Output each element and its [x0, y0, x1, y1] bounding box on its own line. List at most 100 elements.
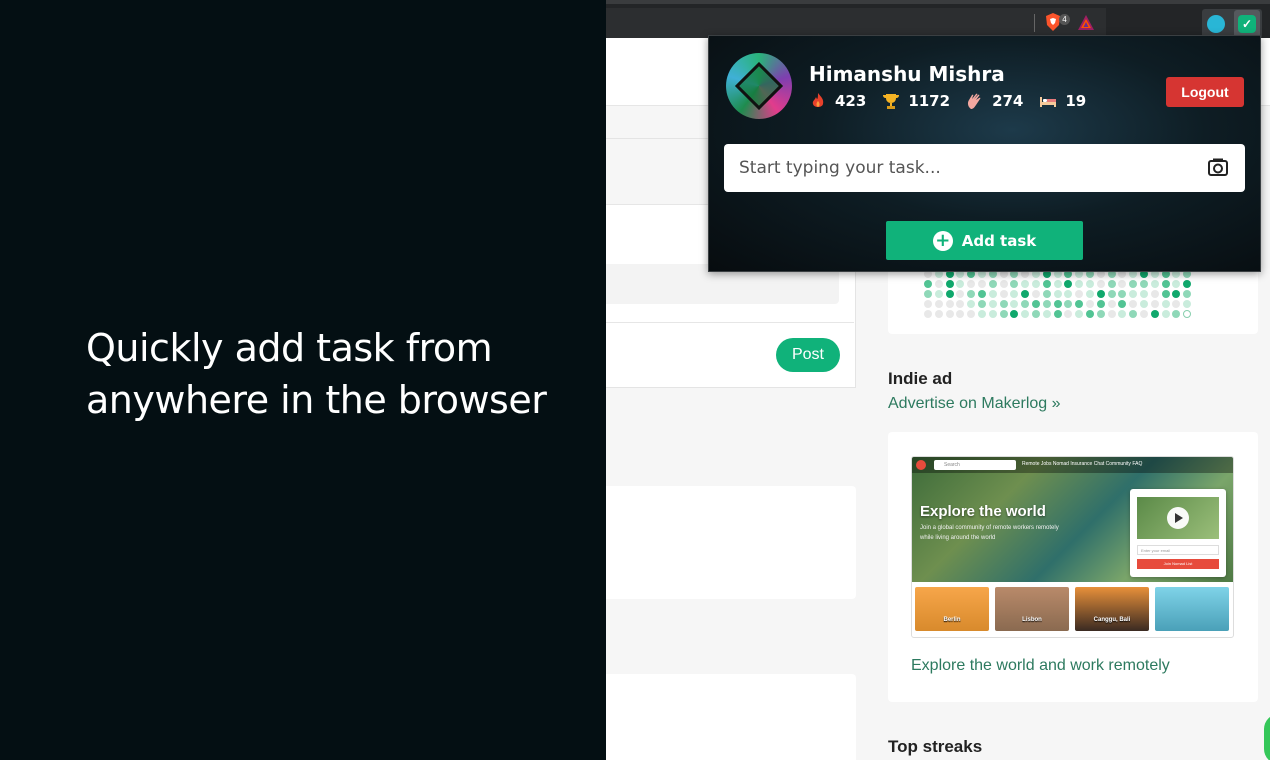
ad-signup-box: Enter your email Join Nomad List [1130, 489, 1226, 577]
ad-search: Search [934, 460, 1016, 470]
heatmap-cell [1096, 300, 1105, 308]
activity-heatmap [924, 270, 1192, 318]
check-icon: ✓ [1238, 15, 1256, 33]
feed-card [606, 486, 856, 599]
logout-button[interactable]: Logout [1166, 77, 1244, 107]
user-stats: 423 1172 274 19 [809, 92, 1102, 110]
heatmap-cell [1075, 300, 1084, 308]
heatmap-cell [1085, 280, 1094, 288]
ad-join-button: Join Nomad List [1137, 559, 1219, 569]
ad-caption-link[interactable]: Explore the world and work remotely [911, 657, 1170, 675]
heatmap-cell [1031, 290, 1040, 298]
brave-rewards-icon[interactable] [1077, 14, 1095, 32]
post-button[interactable]: Post [776, 338, 840, 372]
feed-card [606, 674, 856, 760]
heatmap-cell [1064, 280, 1073, 288]
advertise-link[interactable]: Advertise on Makerlog » [888, 395, 1061, 413]
ad-city-card: Canggu, Bali [1075, 587, 1149, 631]
promo-line-1: Quickly add task from [86, 326, 493, 370]
heatmap-cell [1042, 300, 1051, 308]
heatmap-cell [1118, 300, 1127, 308]
heatmap-cell [1042, 290, 1051, 298]
avatar-graphic [734, 61, 784, 111]
heatmap-cell [1118, 280, 1127, 288]
heatmap-cell [945, 310, 954, 318]
heatmap-cell [1010, 300, 1019, 308]
chat-widget-button[interactable] [1264, 714, 1270, 760]
heatmap-cell [1161, 290, 1170, 298]
heatmap-cell [1107, 300, 1116, 308]
heatmap-cell [977, 310, 986, 318]
heatmap-cell [1161, 300, 1170, 308]
heatmap-cell [1150, 310, 1159, 318]
heatmap-cell [1053, 310, 1062, 318]
ad-card[interactable]: Search Remote Jobs Nomad Insurance Chat … [888, 432, 1258, 702]
rest-days-value: 19 [1065, 92, 1087, 110]
heatmap-cell [924, 290, 932, 298]
extension-icon[interactable] [1207, 15, 1225, 33]
heatmap-cell [924, 300, 932, 308]
ad-headline: Explore the world [920, 503, 1046, 520]
heatmap-cell [967, 300, 976, 308]
ad-city-label: Berlin [943, 617, 961, 623]
heatmap-cell [1172, 300, 1181, 308]
heatmap-cell [1010, 280, 1019, 288]
heatmap-cell [1096, 290, 1105, 298]
ad-city-label: Canggu, Bali [1093, 617, 1131, 623]
ad-email-field: Enter your email [1137, 545, 1219, 555]
heatmap-cell [1172, 290, 1181, 298]
heatmap-cell [1021, 280, 1030, 288]
heatmap-cell [1129, 310, 1138, 318]
praise-stat: 274 [966, 92, 1023, 110]
ad-nav: Remote Jobs Nomad Insurance Chat Communi… [1022, 461, 1143, 467]
top-streaks-title: Top streaks [888, 737, 983, 756]
heatmap-cell [1042, 280, 1051, 288]
camera-icon[interactable] [1208, 158, 1228, 176]
heatmap-cell [1042, 310, 1051, 318]
heatmap-cell [1107, 290, 1116, 298]
address-bar[interactable] [606, 8, 1106, 38]
heatmap-cell [988, 290, 997, 298]
heatmap-cell [1010, 290, 1019, 298]
add-task-label: Add task [961, 231, 1037, 250]
heatmap-cell [1053, 300, 1062, 308]
heatmap-cell [945, 290, 954, 298]
heatmap-cell [977, 280, 986, 288]
heatmap-cell [1107, 310, 1116, 318]
heatmap-cell [1161, 310, 1170, 318]
promo-panel: Quickly add task from anywhere in the br… [0, 0, 606, 760]
tasks-stat: 1172 [882, 92, 950, 110]
heatmap-cell [1161, 280, 1170, 288]
ad-city-label: Lisbon [1022, 617, 1042, 623]
heatmap-cell [945, 280, 954, 288]
tasks-value: 1172 [908, 92, 951, 110]
bed-icon [1040, 97, 1057, 107]
ad-topbar: Search Remote Jobs Nomad Insurance Chat … [912, 457, 1233, 473]
task-input[interactable] [724, 144, 1204, 192]
heatmap-cell [1183, 290, 1192, 298]
add-task-button[interactable]: + Add task [886, 221, 1083, 260]
heatmap-cell [1150, 300, 1159, 308]
ad-subline: Join a global community of remote worker… [920, 525, 1059, 541]
ad-city-card [1155, 587, 1229, 631]
heatmap-cell [977, 300, 986, 308]
toolbar-separator [1034, 14, 1035, 32]
heatmap-cell [967, 290, 976, 298]
heatmap-cell [934, 280, 943, 288]
ad-city-card: Berlin [915, 587, 989, 631]
heatmap-cell [1053, 280, 1062, 288]
heatmap-cell [1118, 290, 1127, 298]
streak-stat: 423 [809, 92, 866, 110]
ad-image[interactable]: Search Remote Jobs Nomad Insurance Chat … [911, 456, 1234, 638]
heatmap-cell [1021, 300, 1030, 308]
heatmap-cell [1096, 280, 1105, 288]
heatmap-cell [956, 280, 965, 288]
heatmap-cell [1107, 280, 1116, 288]
heatmap-cell [945, 300, 954, 308]
heatmap-cell [934, 300, 943, 308]
heatmap-cell [967, 310, 976, 318]
makerlog-extension-button[interactable]: ✓ [1234, 10, 1260, 38]
heatmap-cell [1064, 290, 1073, 298]
heatmap-cell [1172, 280, 1181, 288]
heatmap-cell [956, 300, 965, 308]
